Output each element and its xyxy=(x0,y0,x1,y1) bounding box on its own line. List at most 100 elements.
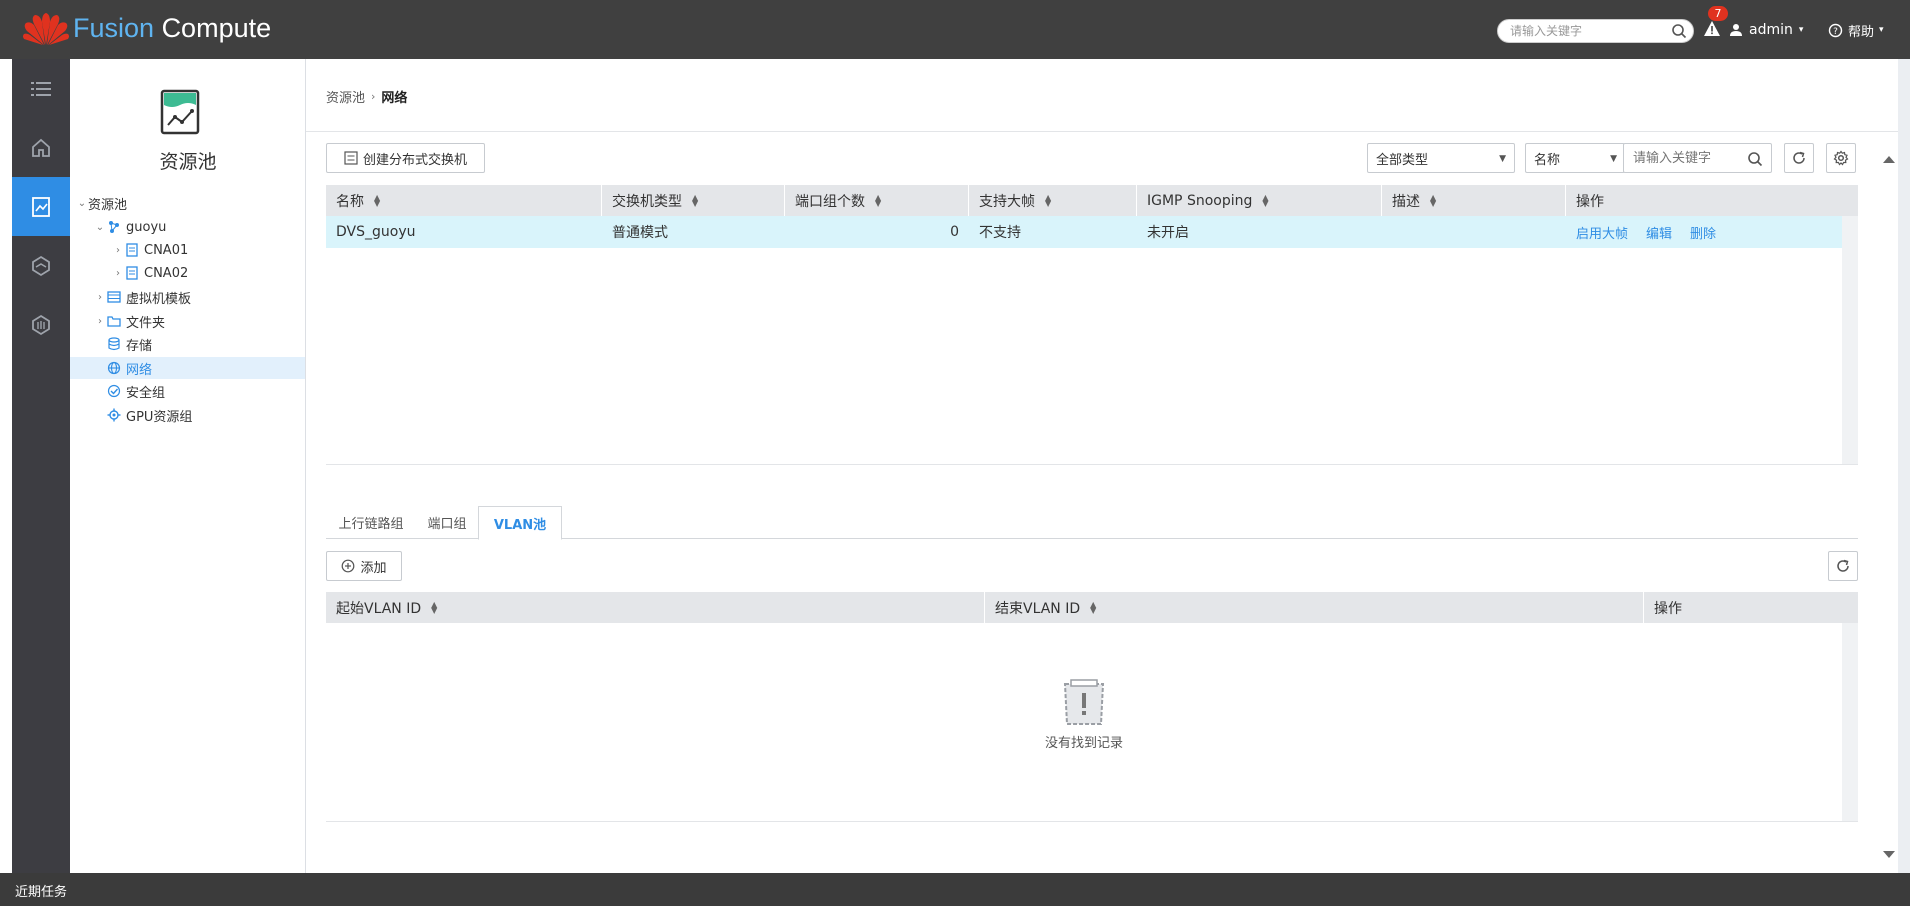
col-description[interactable]: 描述 ▲ ▼ xyxy=(1382,185,1566,216)
user-name[interactable]: admin xyxy=(1749,22,1793,38)
type-filter-select[interactable]: 全部类型 ▼ xyxy=(1367,143,1515,173)
sort-icon[interactable]: ▲ ▼ xyxy=(1090,600,1096,614)
tree-node-label[interactable]: guoyu xyxy=(126,220,166,235)
vlan-refresh-button[interactable] xyxy=(1828,551,1858,581)
col-label[interactable]: 交换机类型 xyxy=(612,191,682,211)
tree-node-label[interactable]: 安全组 xyxy=(126,382,165,401)
sort-icon[interactable]: ▲ ▼ xyxy=(875,193,881,207)
tab-vlan-pool[interactable]: VLAN池 xyxy=(478,506,562,540)
settings-button[interactable] xyxy=(1826,143,1856,173)
table-search-input[interactable] xyxy=(1624,145,1739,171)
type-filter-value[interactable]: 全部类型 xyxy=(1376,149,1428,168)
sort-icon[interactable]: ▲ ▼ xyxy=(374,193,380,207)
search-icon[interactable] xyxy=(1747,151,1763,167)
col-name[interactable]: 名称 ▲ ▼ xyxy=(326,185,602,216)
sort-icon[interactable]: ▲ ▼ xyxy=(1430,193,1436,207)
col-start-vlan[interactable]: 起始VLAN ID ▲ ▼ xyxy=(326,592,985,623)
tree-node-gpu-group[interactable]: GPU资源组 xyxy=(106,404,192,426)
tree-node-label[interactable]: 网络 xyxy=(126,359,152,378)
recent-tasks-bar[interactable]: 近期任务 xyxy=(0,873,1910,906)
menu-icon[interactable] xyxy=(12,59,70,118)
tree-node-folder[interactable]: › 文件夹 xyxy=(94,310,165,332)
tree-node-label[interactable]: 文件夹 xyxy=(126,312,165,331)
scroll-down-icon[interactable] xyxy=(1882,850,1896,860)
field-filter-value[interactable]: 名称 xyxy=(1534,149,1560,168)
search-icon[interactable] xyxy=(1671,23,1687,39)
cell-name[interactable]: DVS_guoyu xyxy=(326,216,602,248)
tree-node-network[interactable]: 网络 xyxy=(70,357,305,379)
tree-node-host-cna02[interactable]: › CNA02 xyxy=(112,262,188,284)
scroll-up-icon[interactable] xyxy=(1882,154,1896,164)
tree-node-resource-pool[interactable]: ⌄ 资源池 xyxy=(76,192,127,214)
tree-node-cluster[interactable]: ⌄ guoyu xyxy=(94,216,167,238)
chevron-down-icon[interactable]: ⌄ xyxy=(94,222,106,233)
tree-node-vm-template[interactable]: › 虚拟机模板 xyxy=(94,286,191,308)
tab-port-group[interactable]: 端口组 xyxy=(416,506,478,539)
chevron-down-icon[interactable]: ⌄ xyxy=(76,198,88,209)
dropdown-icon[interactable]: ▼ xyxy=(1610,154,1617,164)
tab-uplink-group[interactable]: 上行链路组 xyxy=(326,506,416,539)
monitor-icon[interactable] xyxy=(12,295,70,354)
alarm-count-badge[interactable]: 7 xyxy=(1708,6,1728,21)
tree-node-label[interactable]: 存储 xyxy=(126,335,152,354)
tree-node-label[interactable]: 虚拟机模板 xyxy=(126,288,191,307)
tree-node-label[interactable]: CNA01 xyxy=(144,243,188,258)
tree-node-storage[interactable]: 存储 xyxy=(106,333,152,355)
dropdown-icon[interactable]: ▼ xyxy=(1499,154,1506,164)
col-label[interactable]: 支持大帧 xyxy=(979,191,1035,211)
col-igmp-snooping[interactable]: IGMP Snooping ▲ ▼ xyxy=(1137,185,1382,216)
col-label[interactable]: 名称 xyxy=(336,191,364,211)
global-search-input[interactable] xyxy=(1510,22,1660,40)
table-scrollbar[interactable] xyxy=(1842,216,1858,464)
col-switch-type[interactable]: 交换机类型 ▲ ▼ xyxy=(602,185,785,216)
col-label[interactable]: 描述 xyxy=(1392,191,1420,211)
recent-tasks-label[interactable]: 近期任务 xyxy=(15,881,67,900)
delete-link[interactable]: 删除 xyxy=(1690,223,1716,242)
table-row[interactable]: DVS_guoyu 普通模式 0 不支持 未开启 启用大帧 编辑 删除 xyxy=(326,216,1842,248)
user-menu[interactable]: admin ▾ xyxy=(1729,19,1803,41)
sort-icon[interactable]: ▲ ▼ xyxy=(692,193,698,207)
alarm-icon[interactable] xyxy=(1703,19,1721,39)
col-jumbo-frame[interactable]: 支持大帧 ▲ ▼ xyxy=(969,185,1137,216)
help-label[interactable]: 帮助 xyxy=(1848,21,1874,40)
field-filter-select[interactable]: 名称 ▼ xyxy=(1525,143,1625,173)
col-label[interactable]: IGMP Snooping xyxy=(1147,193,1252,209)
template-icon xyxy=(106,289,122,305)
edit-link[interactable]: 编辑 xyxy=(1646,223,1672,242)
create-dvs-button[interactable]: 创建分布式交换机 xyxy=(326,143,485,173)
tree-node-label[interactable]: GPU资源组 xyxy=(126,406,192,425)
vlan-table-scrollbar[interactable] xyxy=(1842,623,1858,821)
sort-icon[interactable]: ▲ ▼ xyxy=(1262,193,1268,207)
help-menu[interactable]: ? 帮助 ▾ xyxy=(1828,19,1884,41)
enable-jumbo-link[interactable]: 启用大帧 xyxy=(1576,223,1628,242)
add-button[interactable]: 添加 xyxy=(326,551,402,581)
network-icon[interactable] xyxy=(12,236,70,295)
sort-icon[interactable]: ▲ ▼ xyxy=(1045,193,1051,207)
breadcrumb-parent[interactable]: 资源池 xyxy=(326,87,365,106)
col-port-group-count[interactable]: 端口组个数 ▲ ▼ xyxy=(785,185,969,216)
col-label[interactable]: 起始VLAN ID xyxy=(336,598,421,618)
home-icon[interactable] xyxy=(12,118,70,177)
chevron-right-icon[interactable]: › xyxy=(94,292,106,303)
tree-node-security-group[interactable]: 安全组 xyxy=(106,380,165,402)
col-label[interactable]: 端口组个数 xyxy=(795,191,865,211)
create-dvs-label[interactable]: 创建分布式交换机 xyxy=(363,149,467,168)
chevron-right-icon[interactable]: › xyxy=(112,268,124,279)
add-label[interactable]: 添加 xyxy=(360,557,386,576)
sort-icon[interactable]: ▲ ▼ xyxy=(431,600,437,614)
col-end-vlan[interactable]: 结束VLAN ID ▲ ▼ xyxy=(985,592,1644,623)
chevron-right-icon[interactable]: › xyxy=(112,245,124,256)
tree-node-host-cna01[interactable]: › CNA01 xyxy=(112,239,188,261)
host-icon xyxy=(124,242,140,258)
page-scrollbar[interactable] xyxy=(1880,145,1898,873)
global-search[interactable] xyxy=(1497,19,1694,43)
tree-node-label[interactable]: 资源池 xyxy=(88,194,127,213)
tree-node-label[interactable]: CNA02 xyxy=(144,266,188,281)
security-group-icon xyxy=(106,383,122,399)
table-search[interactable] xyxy=(1623,143,1772,173)
refresh-button[interactable] xyxy=(1784,143,1814,173)
breadcrumb-current: 网络 xyxy=(381,91,408,106)
resource-pool-icon[interactable] xyxy=(12,177,70,236)
col-label[interactable]: 结束VLAN ID xyxy=(995,598,1080,618)
chevron-right-icon[interactable]: › xyxy=(94,316,106,327)
